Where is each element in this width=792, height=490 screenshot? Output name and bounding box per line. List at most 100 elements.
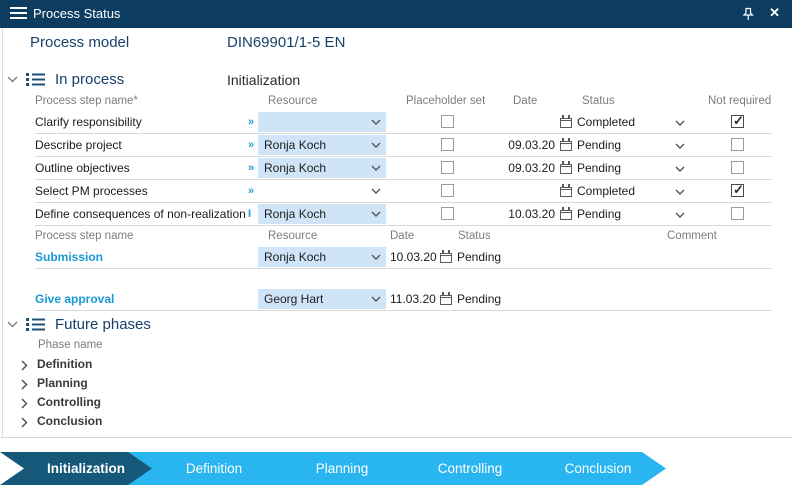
column-header-resource: Resource (268, 230, 317, 242)
calendar-icon[interactable] (440, 295, 452, 305)
resource-value: Georg Hart (264, 292, 323, 306)
placeholder-checkbox[interactable] (441, 115, 454, 128)
flow-step-label: Initialization (47, 461, 125, 476)
column-header-date: Date (390, 230, 414, 242)
expand-chevron-icon[interactable] (21, 360, 28, 371)
status-value: Pending (457, 292, 501, 306)
resource-dropdown[interactable]: Ronja Koch (258, 158, 386, 178)
row-separator (35, 225, 772, 226)
not-required-checkbox[interactable] (731, 207, 744, 220)
phase-flow-bar: Initialization Definition Planning Contr… (0, 452, 792, 485)
chevron-down-icon (371, 211, 381, 217)
step-marker-icon: » (248, 162, 254, 174)
phase-name[interactable]: Planning (37, 376, 88, 390)
resource-value: Ronja Koch (264, 207, 326, 221)
expand-chevron-icon[interactable] (21, 398, 28, 409)
table-row: Give approval Georg Hart 11.03.20 Pendin… (0, 288, 792, 311)
calendar-icon[interactable] (440, 253, 452, 263)
placeholder-checkbox[interactable] (441, 138, 454, 151)
resource-dropdown[interactable]: Ronja Koch (258, 247, 386, 267)
step-marker-icon: » (248, 139, 254, 151)
list-item: Planning (0, 375, 300, 394)
flow-step-label: Controlling (438, 461, 503, 476)
expand-chevron-icon[interactable] (21, 379, 28, 390)
resource-dropdown[interactable]: Georg Hart (258, 289, 386, 309)
step-marker-icon: I (248, 208, 251, 220)
process-status-panel: Process Status ✕ Process model DIN69901/… (0, 0, 792, 490)
step-marker-icon: » (248, 116, 254, 128)
resource-dropdown[interactable]: Ronja Koch (258, 135, 386, 155)
resource-dropdown[interactable] (258, 112, 386, 132)
phase-name[interactable]: Controlling (37, 395, 101, 409)
status-value: Completed (577, 184, 635, 198)
expand-chevron-icon[interactable] (21, 417, 28, 428)
chevron-down-icon[interactable] (675, 120, 685, 126)
resource-dropdown[interactable] (258, 181, 386, 201)
row-separator (35, 268, 772, 269)
process-step-link[interactable]: Submission (35, 250, 103, 264)
chevron-down-icon[interactable] (675, 166, 685, 172)
process-model-label: Process model (30, 34, 129, 51)
list-item: Controlling (0, 394, 300, 413)
table-row: Describe project » Ronja Koch 09.03.20 P… (0, 134, 792, 157)
placeholder-checkbox[interactable] (441, 161, 454, 174)
calendar-icon[interactable] (560, 210, 572, 220)
column-header-placeholder: Placeholder set (406, 95, 485, 107)
chevron-down-icon (371, 254, 381, 260)
chevron-down-icon (371, 165, 381, 171)
pin-icon[interactable] (741, 7, 755, 22)
not-required-checkbox[interactable] (731, 161, 744, 174)
date-value: 10.03.20 (495, 207, 555, 221)
resource-dropdown[interactable]: Ronja Koch (258, 204, 386, 224)
status-value: Pending (577, 207, 621, 221)
section-title: In process (55, 71, 124, 88)
calendar-icon[interactable] (560, 164, 572, 174)
section-future-phases: Future phases (0, 313, 792, 337)
column-header-date: Date (513, 95, 537, 107)
table-row: Outline objectives » Ronja Koch 09.03.20… (0, 157, 792, 180)
placeholder-checkbox[interactable] (441, 207, 454, 220)
list-item: Definition (0, 356, 300, 375)
process-step-name: Select PM processes (35, 184, 148, 198)
status-value: Pending (577, 138, 621, 152)
collapse-chevron-icon[interactable] (7, 76, 18, 83)
process-step-link[interactable]: Give approval (35, 292, 114, 306)
column-header-status: Status (582, 95, 615, 107)
resource-value: Ronja Koch (264, 161, 326, 175)
chevron-down-icon (371, 188, 381, 194)
section-in-process: In process Initialization (0, 68, 792, 92)
column-header-not-required: Not required (708, 95, 771, 107)
phase-name[interactable]: Conclusion (37, 414, 102, 428)
date-value: 09.03.20 (495, 161, 555, 175)
flow-step-label: Planning (316, 461, 369, 476)
date-value: 11.03.20 (390, 292, 436, 306)
not-required-checkbox[interactable] (731, 138, 744, 151)
flow-step-label: Conclusion (565, 461, 632, 476)
phase-name[interactable]: Definition (37, 357, 92, 371)
calendar-icon[interactable] (560, 187, 572, 197)
section-title: Future phases (55, 316, 151, 333)
chevron-down-icon[interactable] (675, 143, 685, 149)
not-required-checkbox[interactable] (731, 115, 744, 128)
current-phase: Initialization (227, 72, 300, 88)
column-header-name: Process step name* (35, 95, 138, 107)
close-icon[interactable]: ✕ (769, 5, 780, 21)
row-separator (35, 310, 772, 311)
not-required-checkbox[interactable] (731, 184, 744, 197)
window-title: Process Status (33, 6, 120, 21)
chevron-down-icon (371, 142, 381, 148)
process-step-name: Outline objectives (35, 161, 130, 175)
placeholder-checkbox[interactable] (441, 184, 454, 197)
column-header-phase-name: Phase name (38, 339, 103, 351)
calendar-icon[interactable] (560, 141, 572, 151)
process-step-name: Describe project (35, 138, 122, 152)
menu-icon[interactable] (10, 7, 27, 20)
table-row: Select PM processes » Completed (0, 180, 792, 203)
collapse-chevron-icon[interactable] (7, 321, 18, 328)
table-row: Clarify responsibility » Completed (0, 111, 792, 134)
flow-step-initialization[interactable]: Initialization (0, 452, 154, 485)
chevron-down-icon[interactable] (675, 212, 685, 218)
status-value: Pending (457, 250, 501, 264)
calendar-icon[interactable] (560, 118, 572, 128)
chevron-down-icon[interactable] (675, 189, 685, 195)
